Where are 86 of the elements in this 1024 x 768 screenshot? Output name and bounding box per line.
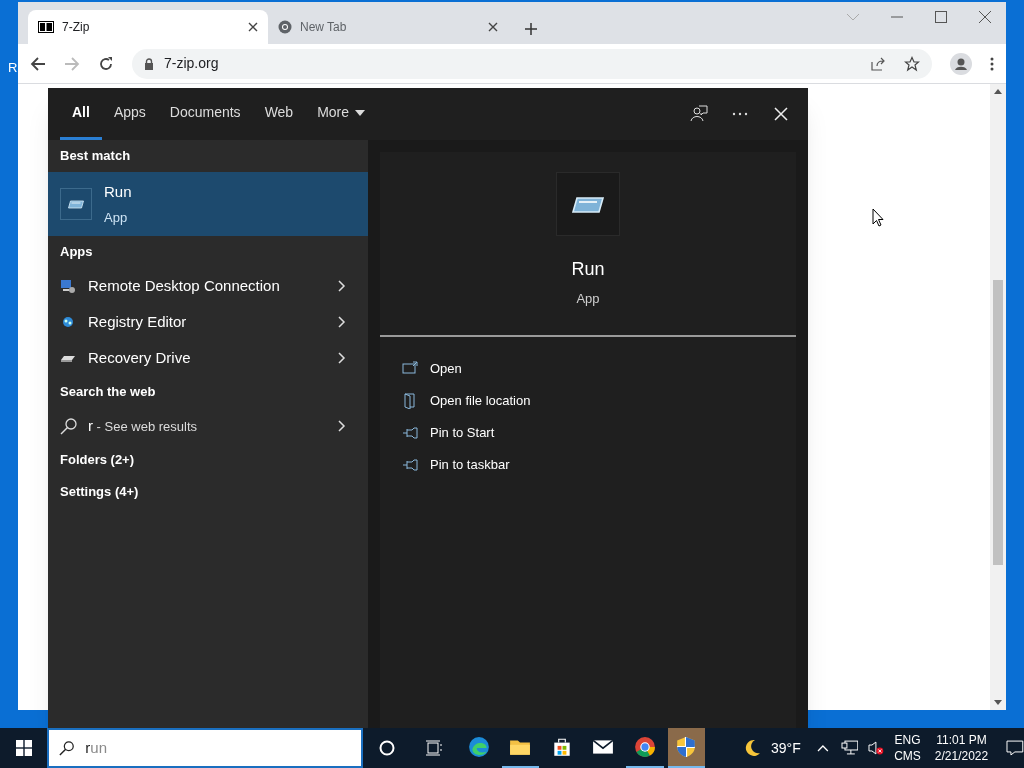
feedback-icon[interactable]: [690, 105, 708, 123]
document-icon: [402, 392, 418, 409]
app-name: Registry Editor: [88, 311, 188, 332]
filter-tab[interactable]: Web: [252, 88, 306, 140]
weather-widget[interactable]: 39°F: [737, 728, 807, 768]
start-windows-icon[interactable]: [15, 740, 32, 756]
scrollbar[interactable]: [990, 84, 1006, 710]
new-tab-icon[interactable]: [524, 22, 538, 36]
action-item[interactable]: Open: [402, 352, 774, 385]
action-item[interactable]: Open file location: [402, 384, 774, 417]
chevron-up-icon[interactable]: [816, 744, 829, 752]
web-result-text: r - See web results: [88, 415, 199, 436]
shield-icon: [675, 736, 698, 758]
lock-icon: [144, 57, 154, 70]
category-link[interactable]: Folders (2+): [48, 444, 368, 476]
task-view-icon[interactable]: [425, 740, 444, 756]
section-heading: Search the web: [59, 383, 157, 402]
pin-icon: [402, 424, 418, 441]
app-title: Run: [571, 258, 605, 281]
action-label: Open file location: [430, 391, 531, 410]
chrome-icon: [633, 736, 656, 758]
filter-tab[interactable]: Documents: [157, 88, 253, 140]
profile-avatar-icon[interactable]: [950, 52, 972, 75]
app-name: Remote Desktop Connection: [88, 275, 281, 296]
menu-icon[interactable]: [990, 56, 994, 71]
web-result[interactable]: r - See web results: [48, 408, 368, 444]
search-icon: [59, 740, 76, 756]
category-link[interactable]: Settings (4+): [48, 476, 368, 508]
action-item[interactable]: Pin to taskbar: [402, 448, 774, 481]
app-result[interactable]: Remote Desktop Connection: [48, 268, 368, 304]
address-bar[interactable]: 7-zip.org: [132, 48, 932, 79]
address-text: 7-zip.org: [164, 54, 220, 73]
tab-title: New Tab: [300, 19, 348, 36]
star-icon[interactable]: [904, 55, 920, 72]
chrome-icon: [278, 20, 292, 34]
sevenzip-icon: [38, 21, 54, 33]
app-result[interactable]: Registry Editor: [48, 304, 368, 340]
reload-icon[interactable]: [98, 55, 114, 72]
mouse-pointer-icon: [872, 208, 884, 227]
section-heading: Apps: [59, 243, 94, 262]
search-icon: [60, 417, 78, 435]
chevron-right-icon[interactable]: [338, 280, 346, 292]
taskbar-app[interactable]: [667, 728, 705, 768]
action-label: Open: [430, 359, 462, 378]
notifications-icon[interactable]: [1006, 740, 1024, 756]
more-options-icon[interactable]: [732, 112, 748, 116]
input-language[interactable]: ENG CMS: [894, 732, 921, 764]
browser-tab[interactable]: 7-Zip: [28, 10, 268, 44]
section-heading: Best match: [59, 147, 132, 166]
app-name: Recovery Drive: [88, 347, 192, 368]
item-subtitle: App: [104, 208, 129, 227]
swirl-icon: [467, 736, 490, 758]
cortana-circle-icon[interactable]: [379, 740, 396, 756]
clock[interactable]: 11:01 PM 2/21/2022: [934, 732, 989, 764]
search-text: run: [85, 737, 108, 758]
action-label: Pin to Start: [430, 423, 495, 442]
maximize-icon[interactable]: [934, 10, 948, 24]
filter-tab[interactable]: Apps: [101, 88, 158, 140]
best-match-item[interactable]: Run App: [48, 172, 368, 236]
desktop-icon-label[interactable]: R: [8, 58, 18, 78]
close-icon[interactable]: [248, 22, 258, 32]
speaker-muted-icon[interactable]: [868, 740, 885, 756]
search-field[interactable]: run: [47, 728, 364, 768]
chevron-right-icon[interactable]: [338, 420, 346, 432]
action-item[interactable]: Pin to Start: [402, 416, 774, 449]
app-result[interactable]: Recovery Drive: [48, 340, 368, 376]
item-title: Run: [104, 182, 132, 202]
chevron-right-icon[interactable]: [338, 316, 346, 328]
chevron-right-icon[interactable]: [338, 352, 346, 364]
app-type: App: [576, 290, 600, 308]
share-icon[interactable]: [870, 55, 886, 72]
monitor-icon: [60, 278, 76, 294]
temperature: 39°F: [771, 738, 801, 758]
back-icon[interactable]: [30, 55, 46, 72]
caret-icon: [355, 109, 366, 116]
pin-icon: [402, 456, 418, 473]
tab-title: 7-Zip: [62, 19, 91, 36]
moon-icon: [743, 739, 761, 757]
browser-tab[interactable]: New Tab: [268, 10, 508, 44]
open-window-icon: [402, 360, 418, 377]
close-icon[interactable]: [488, 22, 498, 32]
scroll-down-icon[interactable]: [994, 700, 1002, 706]
action-label: Pin to taskbar: [430, 455, 510, 474]
filter-tab[interactable]: More: [305, 88, 378, 140]
scroll-up-icon[interactable]: [994, 88, 1002, 94]
network-icon[interactable]: [840, 740, 859, 756]
